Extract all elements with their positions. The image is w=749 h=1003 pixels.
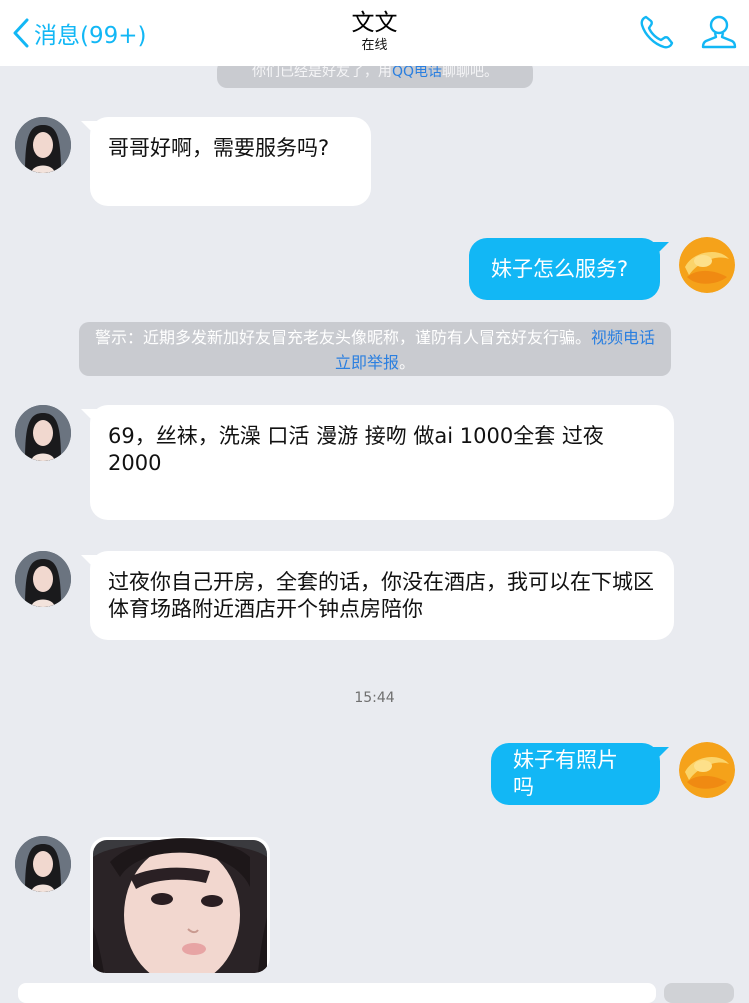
message-input[interactable] — [18, 983, 656, 1003]
message-bubble[interactable]: 哥哥好啊，需要服务吗? — [81, 117, 371, 206]
message-text: 妹子怎么服务? — [491, 256, 629, 281]
avatar-image — [15, 551, 71, 607]
send-button[interactable] — [664, 983, 734, 1003]
my-avatar-image — [679, 742, 735, 798]
photo-message[interactable] — [90, 837, 270, 973]
contact-avatar[interactable] — [15, 117, 71, 173]
avatar-image — [15, 117, 71, 173]
message-bubble-mine[interactable]: 妹子怎么服务? — [469, 238, 660, 300]
my-avatar[interactable] — [679, 742, 735, 798]
message-bubble[interactable]: 过夜你自己开房，全套的话，你没在酒店，我可以在下城区体育场路附近酒店开个钟点房陪… — [81, 551, 674, 640]
security-warning: 警示：近期多发新加好友冒充老友头像昵称，谨防有人冒充好友行骗。视频电话 立即举报… — [79, 322, 671, 376]
timestamp: 15:44 — [354, 690, 395, 706]
photo-image — [93, 838, 267, 973]
warning-text: 警示：近期多发新加好友冒充老友头像昵称，谨防有人冒充好友行骗。 — [94, 328, 591, 347]
qq-call-link[interactable]: QQ电话 — [392, 64, 442, 80]
contact-avatar[interactable] — [15, 405, 71, 461]
avatar-image — [15, 836, 71, 892]
friend-notice-text: 你们已经是好友了，用 — [251, 64, 392, 80]
friend-notice-tail: 聊聊吧。 — [442, 64, 499, 80]
my-avatar[interactable] — [679, 237, 735, 293]
bubble-tail — [653, 747, 669, 763]
message-text: 69，丝袜，洗澡 口活 漫游 接吻 做ai 1000全套 过夜2000 — [108, 424, 604, 475]
chat-header: 消息(99+) 文文 在线 — [0, 0, 749, 66]
my-avatar-image — [679, 237, 735, 293]
message-bubble[interactable]: 69，丝袜，洗澡 口活 漫游 接吻 做ai 1000全套 过夜2000 — [81, 405, 674, 520]
video-call-link[interactable]: 视频电话 — [591, 328, 655, 347]
person-icon[interactable] — [699, 12, 739, 52]
message-text: 过夜你自己开房，全套的话，你没在酒店，我可以在下城区体育场路附近酒店开个钟点房陪… — [108, 570, 654, 621]
message-bubble-mine[interactable]: 妹子有照片吗 — [491, 743, 660, 805]
contact-avatar[interactable] — [15, 551, 71, 607]
avatar-image — [15, 405, 71, 461]
report-link[interactable]: 立即举报 — [335, 353, 399, 372]
phone-icon[interactable] — [637, 12, 677, 52]
bubble-tail — [653, 242, 669, 258]
message-text: 哥哥好啊，需要服务吗? — [108, 136, 330, 160]
message-text: 妹子有照片吗 — [513, 748, 618, 799]
contact-avatar[interactable] — [15, 836, 71, 892]
warning-end: 。 — [399, 353, 416, 372]
